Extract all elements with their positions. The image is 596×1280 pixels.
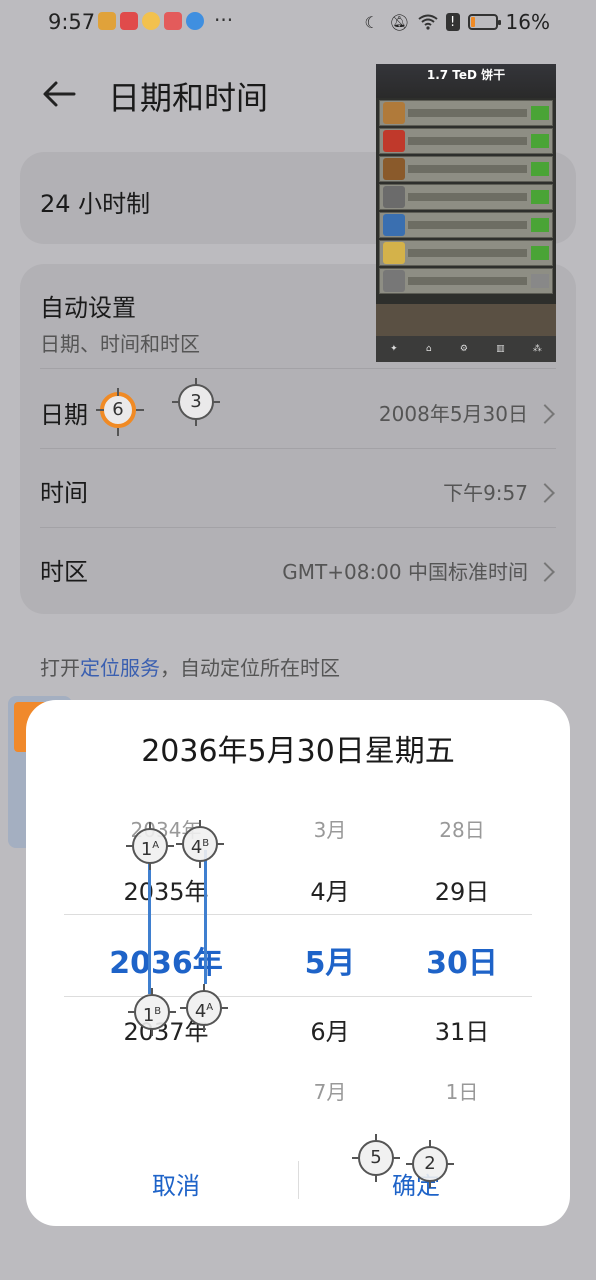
marker-sup: A xyxy=(206,1002,214,1013)
chevron-right-icon xyxy=(535,404,555,424)
auto-setting-sub: 日期、时间和时区 xyxy=(40,332,200,356)
marker-number: 4 xyxy=(194,1001,207,1022)
date-picker-dialog: 2036年5月30日星期五 2034年 2035年 2036年 2037年 3月… xyxy=(26,700,570,1226)
auto-setting-label: 自动设置 xyxy=(40,294,136,322)
hour24-label: 24 小时制 xyxy=(40,190,151,218)
game-row xyxy=(379,128,553,154)
location-service-link[interactable]: 定位服务 xyxy=(80,656,160,680)
bell-muted-icon: 🔕︎ xyxy=(389,12,410,32)
month-option[interactable]: 3月 xyxy=(280,814,380,843)
alert-icon: ! xyxy=(445,13,460,31)
marker-number: 4 xyxy=(190,837,203,858)
action-marker-1b: 1B xyxy=(128,988,176,1036)
status-right: ☾ 🔕︎ ! 16% xyxy=(362,10,550,34)
battery-percent: 16% xyxy=(505,10,550,34)
year-option-selected[interactable]: 2036年 xyxy=(86,938,246,982)
app-notification-icon xyxy=(98,12,116,30)
location-hint: 打开定位服务，自动定位所在时区 xyxy=(40,652,340,681)
game-row xyxy=(379,100,553,126)
status-bar: 9:57 ··· ☾ 🔕︎ ! 16% xyxy=(0,0,596,46)
button-divider xyxy=(298,1161,299,1199)
video-camera-icon xyxy=(164,12,182,30)
game-item-icon xyxy=(383,214,405,236)
game-nav: ✦ ⌂ ⚙ ▥ ⁂ xyxy=(376,336,556,362)
game-nav-icon: ⚙ xyxy=(459,344,468,354)
marker-sup: B xyxy=(154,1006,162,1017)
game-nav-icon: ⌂ xyxy=(425,344,432,354)
action-marker-3: 3 xyxy=(172,378,220,426)
day-option-selected[interactable]: 30日 xyxy=(412,938,512,982)
back-button[interactable] xyxy=(40,74,80,114)
wifi-icon xyxy=(417,12,438,32)
battery-icon xyxy=(467,14,501,30)
year-option[interactable]: 2035年 xyxy=(86,872,246,907)
chevron-right-icon xyxy=(535,562,555,582)
game-item-icon xyxy=(383,158,405,180)
arrow-left-icon xyxy=(43,81,76,107)
marker-number: 1 xyxy=(142,1005,155,1026)
game-row xyxy=(379,240,553,266)
action-marker-5: 5 xyxy=(352,1134,400,1182)
day-option[interactable]: 31日 xyxy=(412,1012,512,1047)
game-header: 1.7 TeD 饼干 xyxy=(376,64,556,98)
time-value: 下午9:57 xyxy=(443,481,528,505)
day-option[interactable]: 29日 xyxy=(412,872,512,907)
game-row xyxy=(379,268,553,294)
timezone-row[interactable]: 时区 GMT+08:00 中国标准时间 xyxy=(20,528,576,608)
action-marker-2: 2 xyxy=(406,1140,454,1188)
moon-icon: ☾ xyxy=(364,12,379,32)
status-app-icons xyxy=(98,12,204,30)
game-item-icon xyxy=(383,242,405,264)
battery-fill xyxy=(470,17,475,27)
month-wheel[interactable]: 3月 4月 5月 6月 7月 xyxy=(280,800,380,1104)
swipe-arrow-1 xyxy=(148,862,151,994)
day-option[interactable]: 1日 xyxy=(412,1076,512,1105)
game-row xyxy=(379,212,553,238)
timezone-value: GMT+08:00 中国标准时间 xyxy=(282,560,528,584)
action-marker-1a: 1A xyxy=(126,822,174,870)
action-marker-4b: 4B xyxy=(176,820,224,868)
hint-suffix: ，自动定位所在时区 xyxy=(160,656,340,680)
game-item-icon xyxy=(383,130,405,152)
date-value: 2008年5月30日 xyxy=(378,402,528,426)
month-option-selected[interactable]: 5月 xyxy=(280,938,380,982)
day-wheel[interactable]: 28日 29日 30日 31日 1日 xyxy=(412,800,512,1104)
month-option[interactable]: 6月 xyxy=(280,1012,380,1047)
action-marker-4a: 4A xyxy=(180,984,228,1032)
game-row xyxy=(379,184,553,210)
time-row[interactable]: 时间 下午9:57 xyxy=(20,449,576,527)
game-nav-icon: ⁂ xyxy=(532,344,542,354)
timezone-label: 时区 xyxy=(40,558,88,586)
page-title: 日期和时间 xyxy=(108,79,269,117)
hint-prefix: 打开 xyxy=(40,656,80,680)
game-item-icon xyxy=(383,102,405,124)
swipe-arrow-4 xyxy=(204,850,207,984)
game-nav-icon: ▥ xyxy=(496,344,505,354)
game-item-icon xyxy=(383,270,405,292)
status-time: 9:57 xyxy=(48,10,96,34)
weibo-icon xyxy=(142,12,160,30)
month-option[interactable]: 7月 xyxy=(280,1076,380,1105)
dialog-title: 2036年5月30日星期五 xyxy=(141,734,455,769)
game-row xyxy=(379,156,553,182)
date-label: 日期 xyxy=(40,401,88,429)
browser-icon xyxy=(186,12,204,30)
marker-number: 1 xyxy=(140,839,153,860)
floating-game-window[interactable]: 1.7 TeD 饼干 ✦ ⌂ ⚙ ▥ ⁂ xyxy=(376,64,556,362)
app-notification-icon xyxy=(120,12,138,30)
action-marker-6: 6 xyxy=(96,388,144,436)
game-nav-icon: ✦ xyxy=(390,344,398,354)
marker-sup: B xyxy=(202,838,210,849)
game-item-icon xyxy=(383,186,405,208)
marker-sup: A xyxy=(152,840,160,851)
month-option[interactable]: 4月 xyxy=(280,872,380,907)
day-option[interactable]: 28日 xyxy=(412,814,512,843)
cancel-button[interactable]: 取消 xyxy=(152,1166,200,1201)
chevron-right-icon xyxy=(535,483,555,503)
time-label: 时间 xyxy=(40,479,88,507)
game-title: 1.7 TeD 饼干 xyxy=(426,68,506,82)
more-notifications-icon: ··· xyxy=(214,8,234,32)
